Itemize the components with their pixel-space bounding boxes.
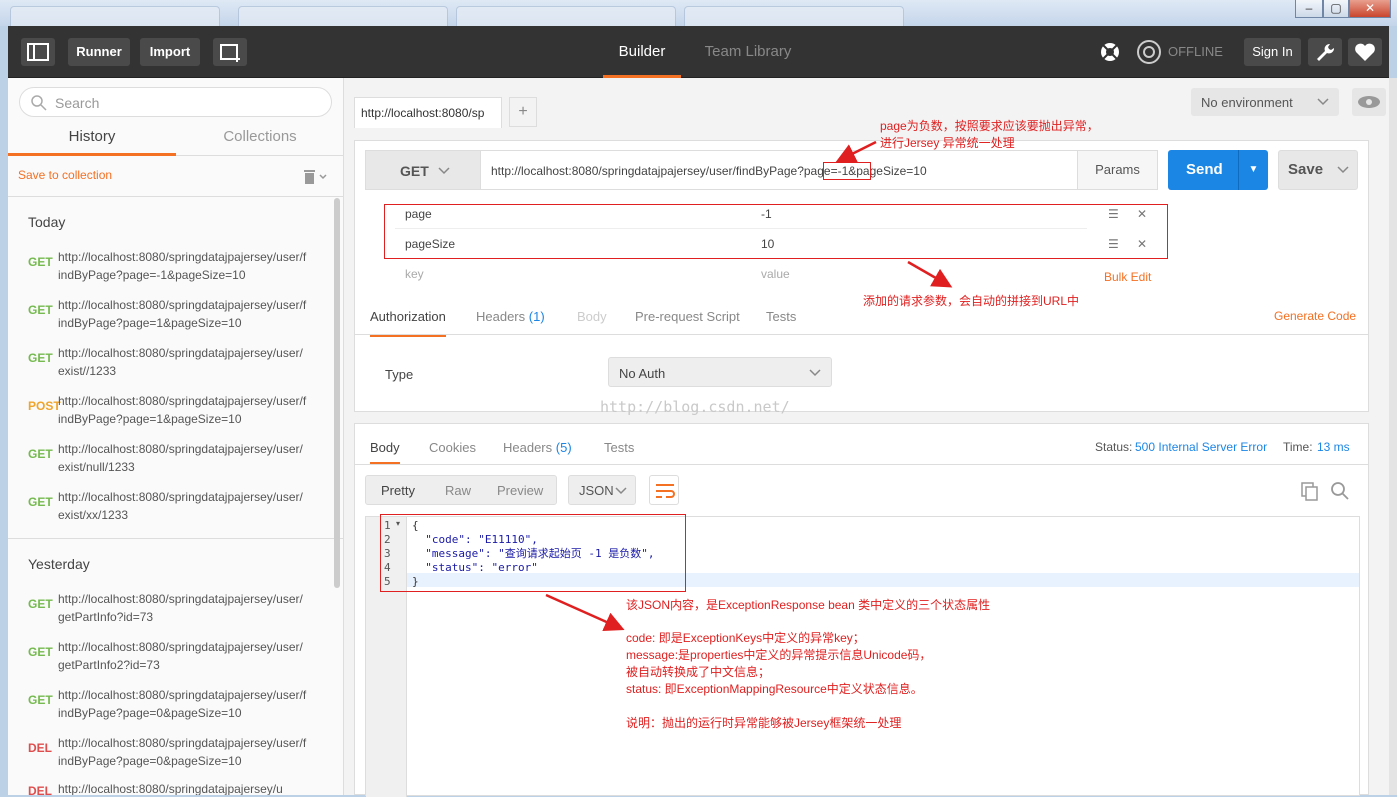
annotation-note: status: 即ExceptionMappingResource中定义状态信息… <box>626 682 923 696</box>
annotation-note: 进行Jersey 异常统一处理 <box>880 136 1015 150</box>
annotation-note: code: 即是ExceptionKeys中定义的异常key； <box>626 631 865 645</box>
annotation-note: 该JSON内容，是ExceptionResponse bean 类中定义的三个状… <box>626 598 991 612</box>
annotation-note: 被自动转换成了中文信息； <box>626 665 771 679</box>
annotation-note: page为负数，按照要求应该要抛出异常， <box>880 119 1099 133</box>
annotation-note: 添加的请求参数，会自动的拼接到URL中 <box>863 294 1080 308</box>
annotation-note: message:是properties中定义的异常提示信息Unicode码， <box>626 648 932 662</box>
annotation-note: 说明：抛出的运行时异常能够被Jersey框架统一处理 <box>626 716 902 730</box>
